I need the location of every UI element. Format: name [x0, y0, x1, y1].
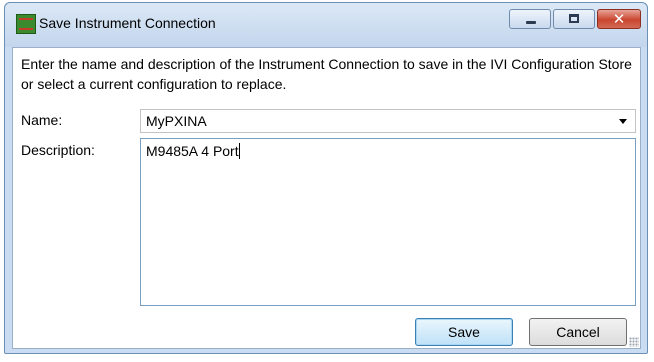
resize-grip-icon[interactable] [629, 337, 639, 347]
dialog-window: Save Instrument Connection ✕ Enter the n… [4, 2, 648, 354]
window-controls: ✕ [509, 9, 641, 29]
minimize-button[interactable] [509, 9, 551, 29]
name-combobox[interactable]: MyPXINA [140, 109, 636, 133]
close-icon: ✕ [612, 10, 626, 28]
name-value: MyPXINA [146, 113, 207, 129]
instructions-text: Enter the name and description of the In… [21, 56, 632, 92]
minimize-icon [526, 21, 536, 24]
close-button[interactable]: ✕ [597, 9, 641, 29]
window-title: Save Instrument Connection [39, 15, 216, 31]
description-label: Description: [21, 142, 95, 158]
instrument-app-icon [16, 14, 36, 34]
description-value: M9485A 4 Port [146, 143, 239, 159]
name-label: Name: [21, 112, 63, 128]
maximize-button[interactable] [553, 9, 595, 29]
description-textarea[interactable]: M9485A 4 Port [140, 138, 636, 306]
text-caret [238, 143, 240, 159]
cancel-button[interactable]: Cancel [529, 318, 627, 346]
chevron-down-icon[interactable] [619, 119, 627, 124]
save-button[interactable]: Save [415, 318, 513, 346]
dialog-body: Enter the name and description of the In… [12, 47, 641, 349]
maximize-icon [569, 14, 579, 23]
title-bar[interactable]: Save Instrument Connection ✕ [5, 3, 647, 47]
